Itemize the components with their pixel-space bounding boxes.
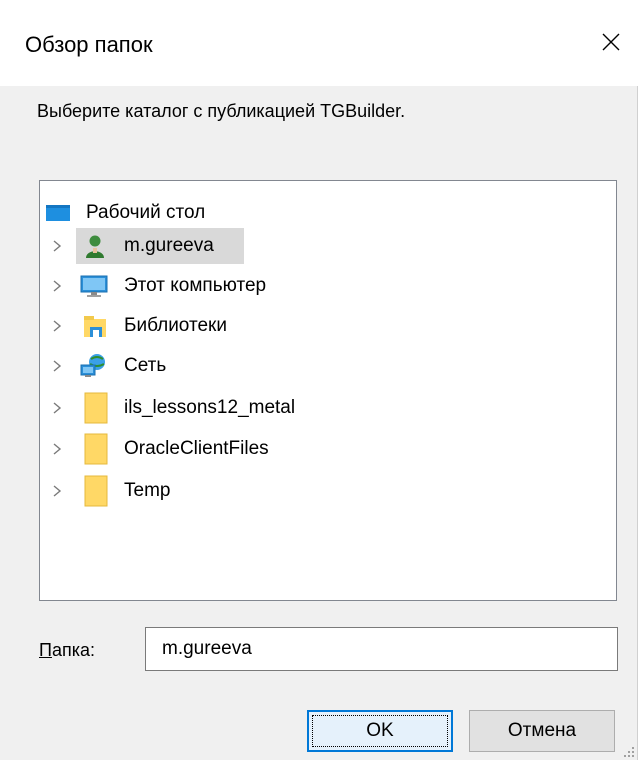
network-icon <box>80 353 106 379</box>
folder-tree[interactable]: Рабочий стол m.gureeva Этот компьютер Би… <box>39 180 617 601</box>
tree-item-label: Рабочий стол <box>86 202 206 223</box>
desktop-icon <box>45 200 71 226</box>
tree-item-m-gureeva[interactable]: m.gureeva <box>40 228 616 264</box>
tree-item-label: m.gureeva <box>124 235 214 256</box>
close-button[interactable] <box>591 22 631 62</box>
ok-button[interactable]: OK <box>307 710 453 752</box>
close-x-icon <box>602 33 620 51</box>
computer-icon <box>80 273 108 299</box>
tree-item-network[interactable]: Сеть <box>40 348 616 384</box>
tree-item-label: Этот компьютер <box>124 275 267 296</box>
folder-label-accesskey: П <box>39 640 52 660</box>
libraries-icon <box>82 313 108 339</box>
tree-item-label: ils_lessons12_metal <box>124 397 296 418</box>
user-icon <box>82 233 108 259</box>
tree-item-label: Библиотеки <box>124 315 227 336</box>
folder-icon <box>84 433 110 465</box>
folder-input[interactable] <box>145 627 618 671</box>
chevron-right-icon[interactable] <box>46 348 68 384</box>
folder-icon <box>84 392 110 424</box>
browse-folder-dialog: Обзор папок Выберите каталог с публикаци… <box>0 0 638 760</box>
chevron-right-icon[interactable] <box>46 228 68 264</box>
tree-item-label: Сеть <box>124 355 167 376</box>
chevron-right-icon[interactable] <box>46 390 68 426</box>
tree-item-ils-lessons12-metal[interactable]: ils_lessons12_metal <box>40 390 616 426</box>
chevron-right-icon[interactable] <box>46 308 68 344</box>
focus-rectangle <box>312 715 448 747</box>
folder-label-text: апка: <box>51 640 95 660</box>
chevron-right-icon[interactable] <box>46 268 68 304</box>
folder-label: Папка: <box>39 640 95 661</box>
tree-item-desktop[interactable]: Рабочий стол <box>40 195 616 231</box>
tree-item-libraries[interactable]: Библиотеки <box>40 308 616 344</box>
folder-icon <box>84 475 110 507</box>
resize-grip-icon[interactable] <box>621 744 635 758</box>
cancel-button-label: Отмена <box>507 720 577 741</box>
tree-item-label: OracleClientFiles <box>124 438 269 459</box>
tree-item-this-computer[interactable]: Этот компьютер <box>40 268 616 304</box>
cancel-button[interactable]: Отмена <box>469 710 615 752</box>
tree-item-temp[interactable]: Temp <box>40 473 616 509</box>
chevron-right-icon[interactable] <box>46 431 68 467</box>
tree-item-oracleclientfiles[interactable]: OracleClientFiles <box>40 431 616 467</box>
dialog-title: Обзор папок <box>25 32 153 57</box>
title-bar: Обзор папок <box>0 0 638 86</box>
tree-item-label: Temp <box>124 480 171 501</box>
chevron-right-icon[interactable] <box>46 473 68 509</box>
instruction-text: Выберите каталог с публикацией TGBuilder… <box>37 101 406 121</box>
